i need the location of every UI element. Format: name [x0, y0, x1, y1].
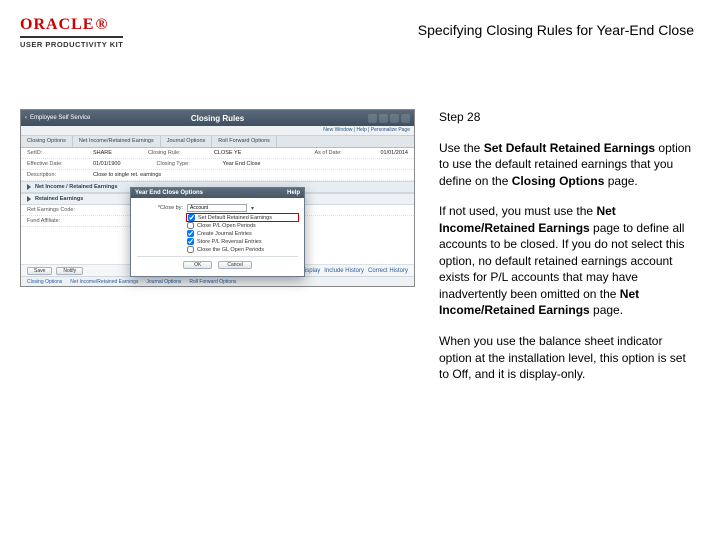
chk-close-pl-open-box[interactable]	[187, 222, 194, 229]
row-description: Description: Close to single ret. earnin…	[21, 170, 414, 181]
section-net-income-label: Net Income / Retained Earnings	[35, 184, 118, 190]
correct-history-link[interactable]: Correct History	[368, 268, 408, 274]
save-button[interactable]: Save	[27, 267, 52, 275]
row-setid: SetID: SHARE Closing Rule: CLOSE YE As o…	[21, 148, 414, 159]
chk-set-default-ret-earnings-label: Set Default Retained Earnings	[198, 215, 272, 221]
value-closing-rule: CLOSE YE	[214, 150, 241, 156]
ok-button[interactable]: OK	[183, 261, 212, 269]
triangle-icon	[27, 196, 31, 202]
instruction-panel: Step 28 Use the Set Default Retained Ear…	[439, 109, 694, 397]
tabbar: Closing Options Net Income/Retained Earn…	[21, 136, 414, 148]
instruction-para-2: If not used, you must use the Net Income…	[439, 203, 694, 319]
chk-close-gl-open-box[interactable]	[187, 246, 194, 253]
app-window-title: Closing Rules	[21, 114, 414, 123]
chk-close-pl-open-label: Close P/L Open Periods	[197, 223, 256, 229]
chk-set-default-ret-earnings[interactable]: Set Default Retained Earnings	[187, 214, 298, 221]
bottom-link-net-income[interactable]: Net Income/Retained Earnings	[70, 279, 138, 285]
bottom-link-journal[interactable]: Journal Options	[146, 279, 181, 285]
chk-close-pl-open[interactable]: Close P/L Open Periods	[187, 222, 298, 229]
value-setid: SHARE	[93, 150, 112, 156]
label-closing-rule: Closing Rule:	[148, 150, 208, 156]
step-number: Step 28	[439, 109, 694, 126]
label-setid: SetID:	[27, 150, 87, 156]
close-by-input[interactable]	[187, 204, 247, 212]
bottom-link-closing-options[interactable]: Closing Options	[27, 279, 62, 285]
chk-create-journal-box[interactable]	[187, 230, 194, 237]
label-ret-code: Ret Earnings Code:	[27, 207, 87, 213]
label-closing-type: Closing Type:	[157, 161, 217, 167]
include-history-link[interactable]: Include History	[324, 268, 364, 274]
page-title: Specifying Closing Rules for Year-End Cl…	[0, 22, 694, 38]
chk-close-gl-open[interactable]: Close the GL Open Periods	[187, 246, 298, 253]
notify-button[interactable]: Notify	[56, 267, 83, 275]
label-close-by: *Close by:	[137, 205, 183, 211]
tab-closing-options[interactable]: Closing Options	[21, 136, 73, 147]
value-as-of: 01/01/2014	[380, 150, 408, 156]
chk-store-reversal-label: Store P/L Reversal Entries	[197, 239, 262, 245]
triangle-icon	[27, 184, 31, 190]
instruction-para-3: When you use the balance sheet indicator…	[439, 333, 694, 383]
section-retained-label: Retained Earnings	[35, 196, 83, 202]
label-fund-aff: Fund Affiliate:	[27, 218, 87, 224]
value-effdate[interactable]: 01/01/1900	[93, 161, 121, 167]
bottom-tab-links: Closing Options Net Income/Retained Earn…	[21, 276, 414, 286]
app-titlebar: ‹ Employee Self Service Closing Rules	[21, 110, 414, 126]
value-closing-type: Year End Close	[223, 161, 261, 167]
app-util-links-text: New Window | Help | Personalize Page	[323, 127, 410, 133]
training-screenshot: ‹ Employee Self Service Closing Rules Ne…	[20, 109, 415, 397]
field-close-by: *Close by: ▾	[137, 204, 298, 212]
tab-net-income[interactable]: Net Income/Retained Earnings	[73, 136, 161, 147]
value-description[interactable]: Close to single ret. earnings	[93, 172, 161, 178]
row-effdate: Effective Date: 01/01/1900 Closing Type:…	[21, 159, 414, 170]
dialog-titlebar: Year End Close Options Help	[131, 188, 304, 198]
dialog-title: Year End Close Options	[135, 190, 203, 196]
dropdown-icon[interactable]: ▾	[251, 205, 254, 212]
label-effdate: Effective Date:	[27, 161, 87, 167]
cancel-button[interactable]: Cancel	[218, 261, 252, 269]
dialog-help-link[interactable]: Help	[287, 190, 300, 196]
year-end-options-dialog: Year End Close Options Help *Close by: ▾…	[130, 187, 305, 277]
tab-journal-options[interactable]: Journal Options	[161, 136, 213, 147]
app-util-links[interactable]: New Window | Help | Personalize Page	[21, 126, 414, 136]
label-description: Description:	[27, 172, 87, 178]
bottom-link-roll-forward[interactable]: Roll Forward Options	[189, 279, 236, 285]
chk-close-gl-open-label: Close the GL Open Periods	[197, 247, 264, 253]
chk-store-reversal[interactable]: Store P/L Reversal Entries	[187, 238, 298, 245]
label-as-of: As of Date:	[314, 150, 374, 156]
chk-store-reversal-box[interactable]	[187, 238, 194, 245]
chk-create-journal-label: Create Journal Entries	[197, 231, 252, 237]
tab-roll-forward[interactable]: Roll Forward Options	[212, 136, 277, 147]
instruction-para-1: Use the Set Default Retained Earnings op…	[439, 140, 694, 190]
chk-create-journal[interactable]: Create Journal Entries	[187, 230, 298, 237]
chk-set-default-ret-earnings-box[interactable]	[188, 214, 195, 221]
